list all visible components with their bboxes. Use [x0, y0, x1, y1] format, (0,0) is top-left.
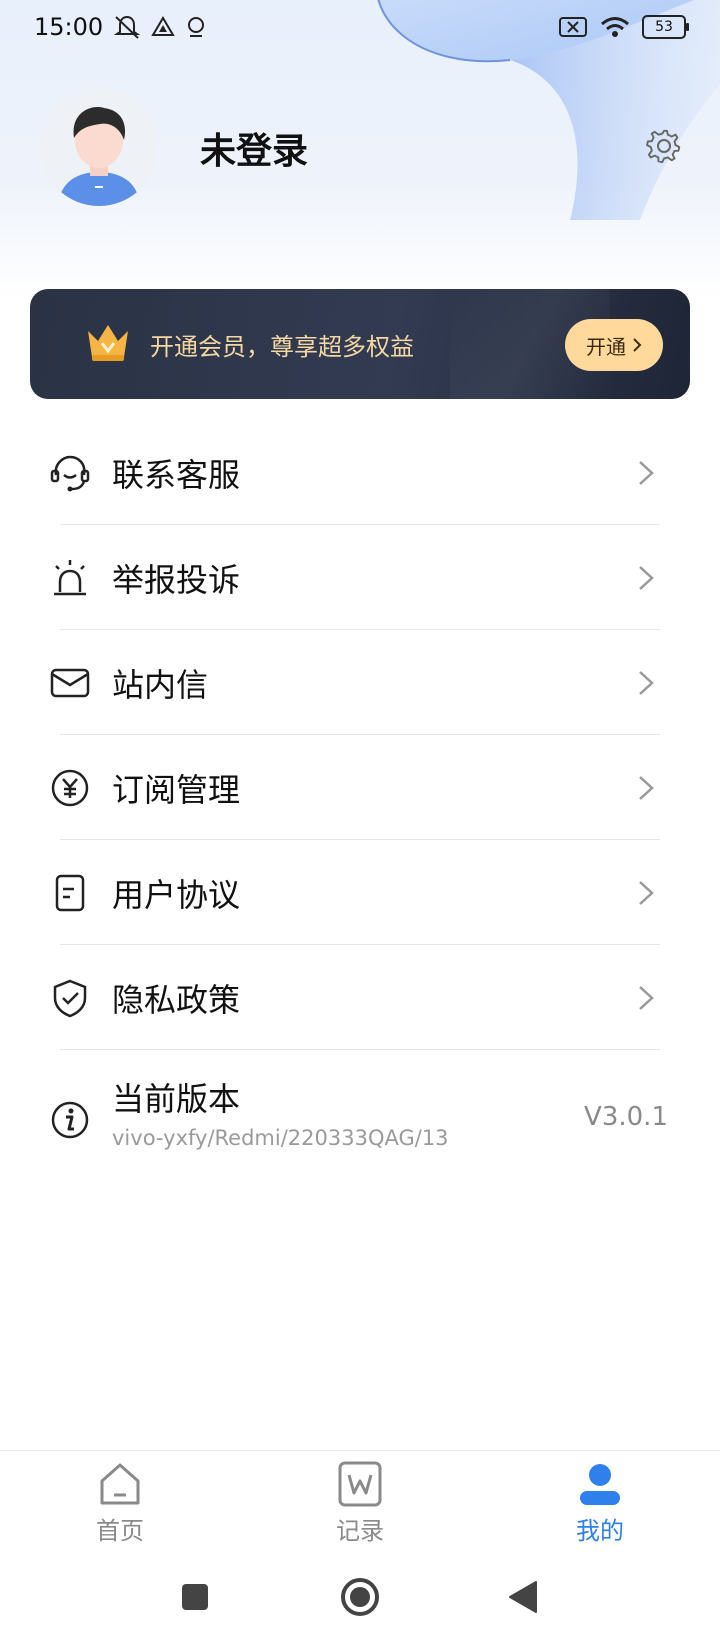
record-w-icon	[338, 1461, 382, 1507]
chevron-right-icon	[633, 338, 642, 352]
menu-item-privacy-policy[interactable]: 隐私政策	[0, 945, 720, 1050]
tab-record-label: 记录	[336, 1517, 384, 1545]
person-icon	[580, 1464, 620, 1505]
yen-icon	[51, 769, 89, 806]
bottom-tab-bar: 首页 记录 我的	[0, 1450, 720, 1557]
location-pin-icon	[188, 17, 205, 37]
recent-apps-button[interactable]	[180, 1582, 210, 1612]
wifi-icon	[601, 17, 629, 37]
settings-menu: 联系客服 举报投诉 站内信 订阅管理 用户协议 隐私政策 当前版本 vivo-y…	[0, 420, 720, 1190]
tab-mine-label: 我的	[576, 1517, 624, 1545]
vip-open-label: 开通	[586, 334, 626, 359]
status-time: 15:00	[34, 13, 104, 41]
menu-label-report: 举报投诉	[112, 560, 241, 599]
status-bar: 15:00 53	[0, 0, 720, 54]
menu-label-customer-service: 联系客服	[112, 455, 241, 494]
home-button[interactable]	[340, 1577, 380, 1617]
menu-item-user-agreement[interactable]: 用户协议	[0, 840, 720, 945]
menu-label-subscription: 订阅管理	[112, 770, 241, 809]
shield-check-icon	[53, 979, 87, 1017]
chevron-right-icon	[639, 460, 654, 485]
battery-indicator: 53	[642, 15, 689, 39]
tab-record[interactable]: 记录	[300, 1461, 420, 1546]
chevron-right-icon	[639, 775, 654, 800]
username-label[interactable]: 未登录	[200, 122, 308, 174]
gear-icon[interactable]	[646, 128, 682, 164]
menu-label-user-agreement: 用户协议	[112, 875, 241, 914]
chevron-right-icon	[639, 985, 654, 1010]
chevron-right-icon	[639, 880, 654, 905]
no-sim-icon	[559, 17, 587, 37]
info-icon	[51, 1101, 89, 1139]
menu-item-subscription[interactable]: 订阅管理	[0, 735, 720, 840]
battery-level: 53	[655, 19, 673, 35]
back-button[interactable]	[508, 1580, 538, 1614]
mail-icon	[50, 668, 90, 697]
vip-open-button[interactable]: 开通	[565, 319, 663, 371]
system-navigation-bar	[0, 1560, 720, 1650]
tab-mine[interactable]: 我的	[540, 1461, 660, 1546]
headset-icon	[50, 455, 90, 491]
tab-home-label: 首页	[96, 1517, 144, 1545]
version-title: 当前版本	[112, 1080, 241, 1118]
tab-home[interactable]: 首页	[60, 1461, 180, 1546]
alarm-icon	[54, 559, 86, 595]
user-avatar-icon	[40, 88, 158, 206]
menu-label-messages: 站内信	[112, 665, 209, 704]
crown-icon	[88, 325, 128, 361]
chevron-right-icon	[639, 670, 654, 695]
menu-item-report[interactable]: 举报投诉	[0, 525, 720, 630]
home-icon	[100, 1463, 140, 1505]
menu-item-version: 当前版本 vivo-yxfy/Redmi/220333QAG/13 V3.0.1	[0, 1050, 720, 1190]
version-detail: vivo-yxfy/Redmi/220333QAG/13	[112, 1126, 449, 1150]
document-icon	[55, 874, 85, 911]
menu-item-messages[interactable]: 站内信	[0, 630, 720, 735]
vip-promo-text: 开通会员，尊享超多权益	[150, 333, 414, 361]
vip-banner[interactable]: 开通会员，尊享超多权益 开通	[30, 289, 690, 399]
version-number: V3.0.1	[584, 1102, 668, 1132]
mute-bell-icon	[113, 15, 141, 39]
chevron-right-icon	[639, 565, 654, 590]
menu-item-customer-service[interactable]: 联系客服	[0, 420, 720, 525]
triangle-icon	[151, 16, 175, 36]
menu-label-privacy-policy: 隐私政策	[112, 980, 241, 1019]
avatar[interactable]	[40, 88, 158, 206]
